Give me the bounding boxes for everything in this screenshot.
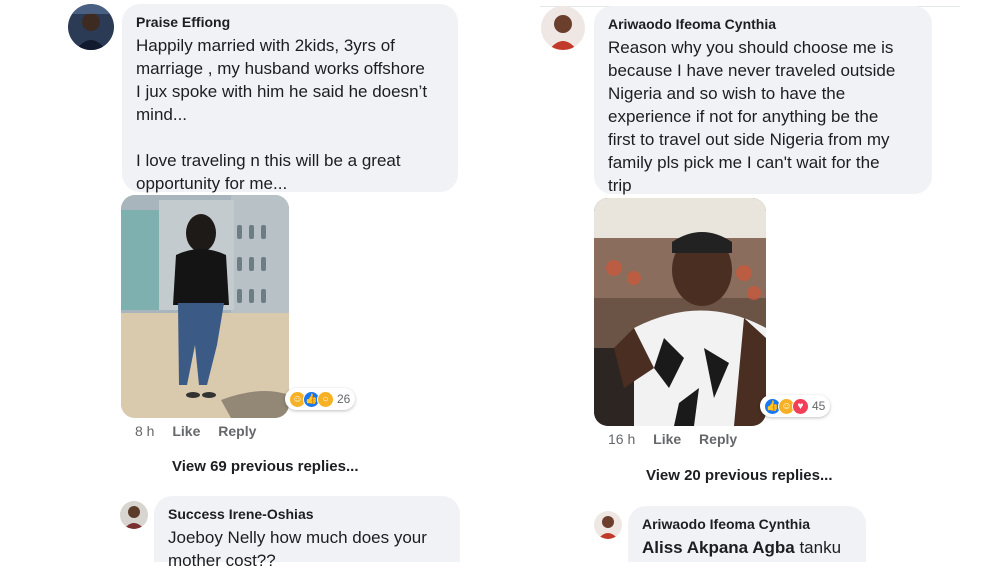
mention-link[interactable]: Aliss Akpana Agba — [642, 538, 795, 557]
reply-text-tail: tanku — [794, 538, 842, 557]
avatar[interactable] — [120, 501, 148, 529]
avatar[interactable] — [541, 6, 585, 50]
like-button[interactable]: Like — [653, 431, 681, 447]
reply-text: Aliss Akpana Agba tanku — [642, 536, 852, 559]
reply-bubble: Success Irene-Oshias Joeboy Nelly how mu… — [154, 496, 460, 570]
comment-author[interactable]: Praise Effiong — [136, 14, 444, 30]
timestamp[interactable]: 16 h — [608, 431, 635, 447]
like-button[interactable]: Like — [172, 423, 200, 439]
comment-photo[interactable] — [121, 195, 289, 418]
view-previous-replies-link[interactable]: View 69 previous replies... — [172, 458, 358, 475]
reaction-count: 26 — [337, 392, 351, 406]
love-icon: ♥ — [792, 397, 809, 415]
reaction-count: 45 — [812, 399, 826, 413]
avatar[interactable] — [68, 4, 114, 50]
reaction-summary[interactable]: ☺ 👍 ○ 26 — [285, 388, 356, 410]
comment-bubble: Ariwaodo Ifeoma Cynthia Reason why you s… — [594, 6, 932, 195]
timestamp[interactable]: 8 h — [135, 423, 154, 439]
comment-author[interactable]: Ariwaodo Ifeoma Cynthia — [608, 16, 918, 32]
comment-actions: 8 h Like Reply — [135, 423, 270, 439]
reaction-summary[interactable]: 👍 ☺ ♥ 45 — [760, 395, 831, 417]
view-previous-replies-link[interactable]: View 20 previous replies... — [646, 467, 832, 484]
reply-author[interactable]: Success Irene-Oshias — [168, 506, 446, 522]
avatar[interactable] — [594, 511, 622, 539]
comment-bubble: Praise Effiong Happily married with 2kid… — [122, 4, 458, 193]
reply-text: Joeboy Nelly how much does your mother c… — [168, 528, 427, 570]
comment-actions: 16 h Like Reply — [608, 431, 751, 447]
reply-bubble: Ariwaodo Ifeoma Cynthia Aliss Akpana Agb… — [628, 506, 866, 562]
comment-photo[interactable] — [594, 198, 766, 426]
reply-author[interactable]: Ariwaodo Ifeoma Cynthia — [642, 516, 852, 532]
reply-button[interactable]: Reply — [218, 423, 256, 439]
comment-text: Happily married with 2kids, 3yrs of marr… — [136, 36, 428, 193]
comment-text: Reason why you should choose me is becau… — [608, 38, 896, 195]
wow-icon: ○ — [317, 390, 334, 408]
reply-button[interactable]: Reply — [699, 431, 737, 447]
